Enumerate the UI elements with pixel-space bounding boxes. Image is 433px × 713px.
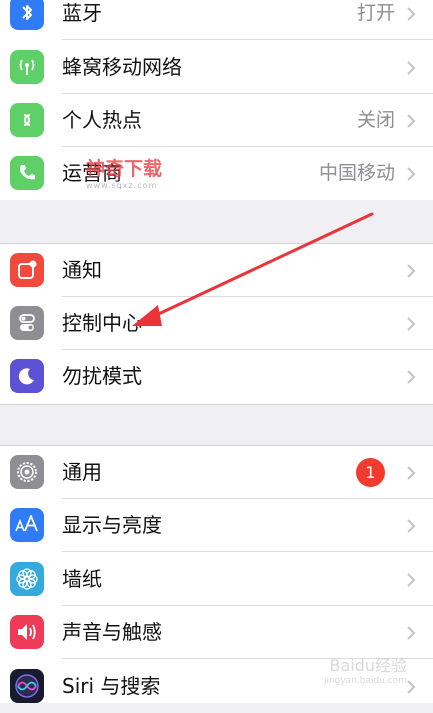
settings-row-sounds[interactable]: 声音与触感	[0, 606, 433, 659]
settings-row-value: 中国移动	[318, 162, 395, 184]
settings-row-label: 显示与亮度	[62, 513, 162, 537]
chevron-right-icon	[407, 573, 416, 587]
settings-row-label: 通知	[62, 258, 102, 282]
chevron-right-icon	[407, 370, 416, 384]
chevron-right-icon	[407, 264, 416, 278]
row-divider	[62, 658, 433, 659]
settings-row-label: 蓝牙	[62, 1, 102, 25]
row-divider	[62, 39, 433, 40]
chevron-right-icon	[407, 317, 416, 331]
settings-row-label: 墙纸	[62, 567, 102, 591]
display-icon	[10, 508, 44, 542]
settings-row-value: 打开	[356, 2, 395, 24]
notification-icon	[10, 253, 44, 287]
siri-icon	[10, 669, 44, 703]
wallpaper-icon	[10, 562, 44, 596]
settings-row-label: 蜂窝移动网络	[62, 55, 182, 79]
chevron-right-icon	[407, 519, 416, 533]
phone-icon	[10, 156, 44, 190]
settings-row-value: 关闭	[356, 109, 395, 131]
chevron-right-icon	[407, 167, 416, 181]
chevron-right-icon	[407, 466, 416, 480]
settings-row-label: 勿扰模式	[62, 364, 142, 388]
bluetooth-icon	[10, 0, 44, 30]
settings-row-hotspot[interactable]: 个人热点 关闭	[0, 94, 433, 147]
chevron-right-icon	[407, 114, 416, 128]
sound-icon	[10, 615, 44, 649]
system-group: 通知 控制中心 勿扰模式	[0, 243, 433, 405]
chevron-right-icon	[407, 680, 416, 694]
settings-row-label: 通用	[62, 460, 102, 484]
settings-row-label: 控制中心	[62, 311, 142, 335]
hotspot-icon	[10, 103, 44, 137]
settings-row-cellular[interactable]: 蜂窝移动网络	[0, 41, 433, 94]
chevron-right-icon	[407, 7, 416, 21]
settings-row-carrier[interactable]: 运营商 中国移动	[0, 147, 433, 200]
settings-row-label: Siri 与搜索	[62, 674, 161, 698]
general-group: 通用 1 显示与亮度 墙纸 声音与触感 Siri 与搜索	[0, 445, 433, 703]
control-center-icon	[10, 306, 44, 340]
gear-icon	[10, 455, 44, 489]
chevron-right-icon	[407, 626, 416, 640]
settings-row-general[interactable]: 通用 1	[0, 446, 433, 499]
notification-badge: 1	[356, 458, 385, 487]
moon-icon	[10, 359, 44, 393]
settings-row-label: 声音与触感	[62, 620, 162, 644]
settings-row-display[interactable]: 显示与亮度	[0, 499, 433, 552]
chevron-right-icon	[407, 61, 416, 75]
settings-row-siri[interactable]: Siri 与搜索	[0, 660, 433, 713]
settings-row-notifications[interactable]: 通知	[0, 244, 433, 297]
settings-row-do-not-disturb[interactable]: 勿扰模式	[0, 350, 433, 403]
row-divider	[62, 551, 433, 552]
settings-row-wallpaper[interactable]: 墙纸	[0, 553, 433, 606]
connectivity-group: 蓝牙 打开 蜂窝移动网络 个人热点 关闭 运营商 中国移动	[0, 0, 433, 200]
settings-row-control-center[interactable]: 控制中心	[0, 297, 433, 350]
settings-row-bluetooth[interactable]: 蓝牙 打开	[0, 0, 433, 40]
cellular-icon	[10, 50, 44, 84]
settings-row-label: 个人热点	[62, 108, 142, 132]
settings-row-label: 运营商	[62, 161, 122, 185]
